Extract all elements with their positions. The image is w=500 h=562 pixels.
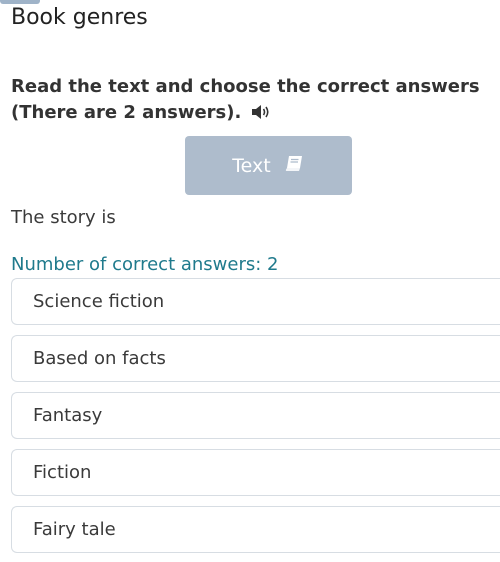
speaker-icon[interactable] [251,102,271,128]
option-label: Fairy tale [33,519,116,540]
answer-options-list: Science fiction Based on facts Fantasy F… [11,278,500,562]
text-button-label: Text [232,154,271,177]
answer-option-fiction[interactable]: Fiction [11,449,500,496]
question-text: The story is [11,207,116,228]
page-title: Book genres [11,5,148,30]
option-label: Fantasy [33,405,103,426]
instruction-text: Read the text and choose the correct ans… [11,76,480,123]
option-label: Fiction [33,462,92,483]
open-text-button[interactable]: Text [185,136,352,195]
option-label: Based on facts [33,348,166,369]
answer-option-fantasy[interactable]: Fantasy [11,392,500,439]
option-label: Science fiction [33,291,165,312]
correct-answers-count: Number of correct answers: 2 [11,254,279,275]
exercise-page: Book genres Read the text and choose the… [0,0,500,562]
answer-option-based-on-facts[interactable]: Based on facts [11,335,500,382]
instruction-block: Read the text and choose the correct ans… [11,74,491,128]
book-icon [285,154,305,177]
answer-option-fairy-tale[interactable]: Fairy tale [11,506,500,553]
answer-option-science-fiction[interactable]: Science fiction [11,278,500,325]
